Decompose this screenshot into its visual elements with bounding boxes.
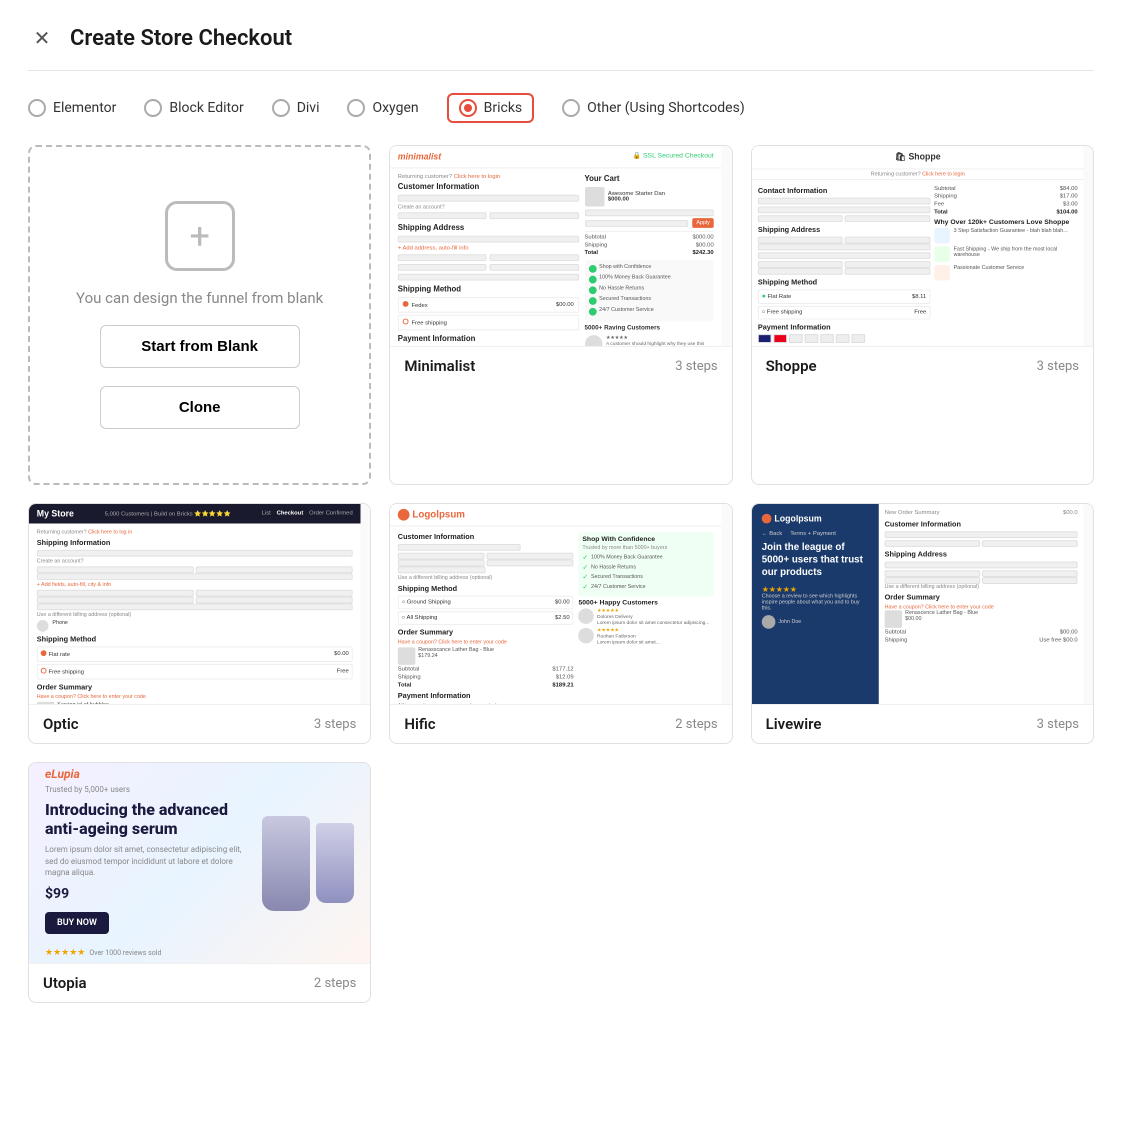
start-from-blank-button[interactable]: Start from Blank	[100, 325, 300, 368]
modal-container: ✕ Create Store Checkout Elementor Block …	[0, 0, 1122, 1027]
radio-elementor[interactable]: Elementor	[28, 99, 116, 117]
utopia-preview: eLupia Trusted by 5,000+ users Introduci…	[29, 763, 370, 963]
minimalist-card-footer: Minimalist 3 steps	[390, 346, 731, 385]
radio-circle-divi	[272, 99, 290, 117]
clone-button[interactable]: Clone	[100, 386, 300, 429]
minimalist-name: Minimalist	[404, 357, 475, 375]
optic-card-footer: Optic 3 steps	[29, 704, 370, 743]
template-card-utopia[interactable]: eLupia Trusted by 5,000+ users Introduci…	[28, 762, 371, 1003]
radio-label-elementor: Elementor	[53, 100, 116, 116]
shoppe-preview: 🛍 Shoppe Returning customer? Click here …	[752, 146, 1093, 346]
add-icon: +	[165, 201, 235, 271]
shoppe-steps: 3 steps	[1037, 359, 1079, 374]
minimalist-steps: 3 steps	[675, 359, 717, 374]
template-card-shoppe[interactable]: 🛍 Shoppe Returning customer? Click here …	[751, 145, 1094, 485]
livewire-steps: 3 steps	[1037, 717, 1079, 732]
modal-title: Create Store Checkout	[70, 26, 292, 51]
optic-name: Optic	[43, 715, 79, 733]
shoppe-card-footer: Shoppe 3 steps	[752, 346, 1093, 385]
template-card-minimalist[interactable]: minimalist 🔒 SSL Secured Checkout Return…	[389, 145, 732, 485]
hific-steps: 2 steps	[675, 717, 717, 732]
minimalist-preview: minimalist 🔒 SSL Secured Checkout Return…	[390, 146, 731, 346]
template-card-livewire[interactable]: Logolpsum ← Back Terms + Payment Join th…	[751, 503, 1094, 744]
shoppe-name: Shoppe	[766, 357, 817, 375]
radio-circle-elementor	[28, 99, 46, 117]
radio-label-block-editor: Block Editor	[169, 100, 243, 116]
blank-card-text: You can design the funnel from blank	[76, 289, 323, 307]
utopia-card-footer: Utopia 2 steps	[29, 963, 370, 1002]
hific-name: Hific	[404, 715, 435, 733]
livewire-name: Livewire	[766, 715, 822, 733]
radio-circle-oxygen	[347, 99, 365, 117]
template-grid: + You can design the funnel from blank S…	[28, 145, 1094, 1003]
blank-card[interactable]: + You can design the funnel from blank S…	[28, 145, 371, 485]
radio-label-divi: Divi	[297, 100, 320, 116]
livewire-card-footer: Livewire 3 steps	[752, 704, 1093, 743]
radio-block-editor[interactable]: Block Editor	[144, 99, 243, 117]
hific-preview: Logolpsum Customer Information	[390, 504, 731, 704]
radio-oxygen[interactable]: Oxygen	[347, 99, 418, 117]
radio-circle-block-editor	[144, 99, 162, 117]
radio-label-bricks: Bricks	[484, 100, 523, 116]
utopia-name: Utopia	[43, 974, 87, 992]
template-card-hific[interactable]: Logolpsum Customer Information	[389, 503, 732, 744]
radio-other[interactable]: Other (Using Shortcodes)	[562, 99, 745, 117]
radio-bricks[interactable]: Bricks	[447, 93, 535, 123]
radio-circle-other	[562, 99, 580, 117]
template-card-optic[interactable]: My Store 5,000 Customers | Build on Bric…	[28, 503, 371, 744]
radio-label-other: Other (Using Shortcodes)	[587, 100, 745, 116]
livewire-preview: Logolpsum ← Back Terms + Payment Join th…	[752, 504, 1093, 704]
radio-label-oxygen: Oxygen	[372, 100, 418, 116]
radio-circle-bricks	[459, 99, 477, 117]
modal-header: ✕ Create Store Checkout	[28, 24, 1094, 71]
optic-preview: My Store 5,000 Customers | Build on Bric…	[29, 504, 370, 704]
page-builder-selector: Elementor Block Editor Divi Oxygen Brick…	[28, 93, 1094, 123]
close-button[interactable]: ✕	[28, 24, 56, 52]
optic-steps: 3 steps	[314, 717, 356, 732]
hific-card-footer: Hific 2 steps	[390, 704, 731, 743]
utopia-steps: 2 steps	[314, 976, 356, 991]
radio-divi[interactable]: Divi	[272, 99, 320, 117]
